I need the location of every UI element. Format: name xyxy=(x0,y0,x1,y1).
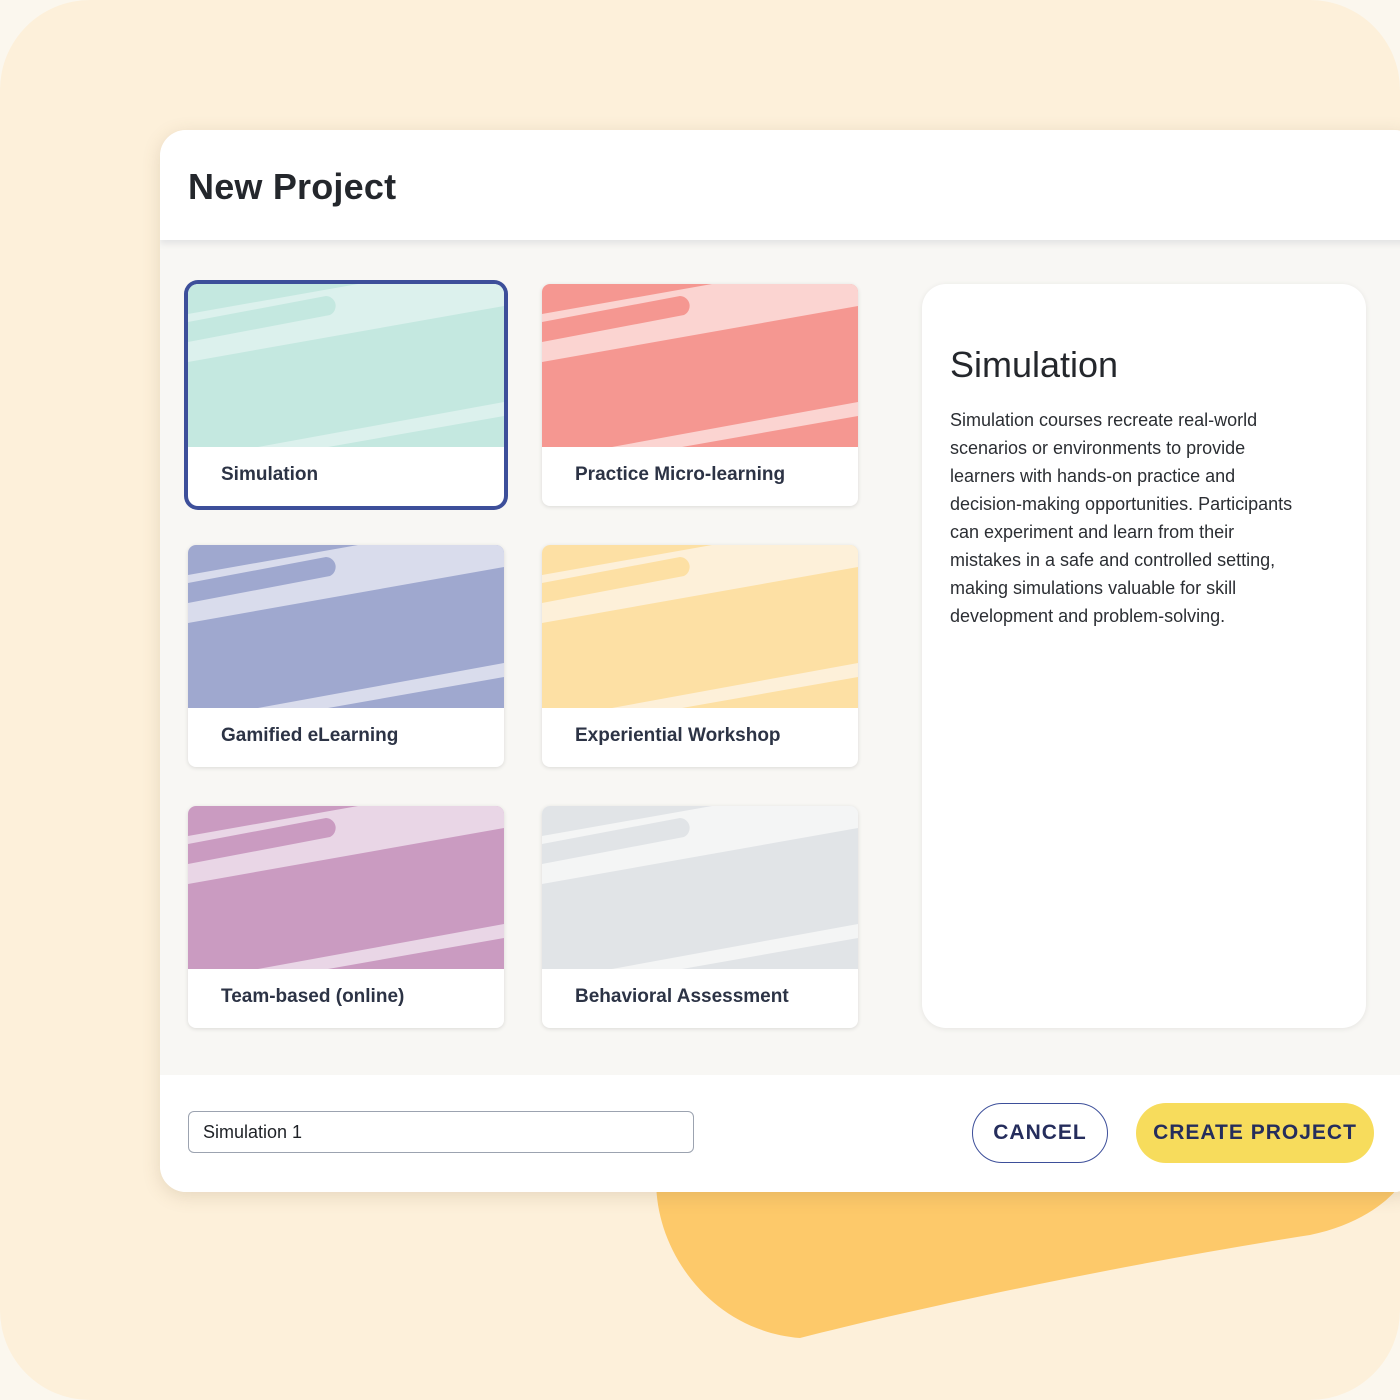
template-thumbnail xyxy=(542,545,858,708)
dialog-header: New Project xyxy=(160,130,1400,240)
template-card-simulation[interactable]: Simulation xyxy=(188,284,504,506)
template-thumbnail xyxy=(542,806,858,969)
template-thumbnail xyxy=(188,545,504,708)
description-text: Simulation courses recreate real-world s… xyxy=(950,410,1293,626)
template-card-behavioral-assessment[interactable]: Behavioral Assessment xyxy=(542,806,858,1028)
template-card-gamified-elearning[interactable]: Gamified eLearning xyxy=(188,545,504,767)
dialog-footer: CANCEL CREATE PROJECT xyxy=(160,1075,1400,1192)
thumbnail-art xyxy=(542,545,858,708)
template-thumbnail xyxy=(188,806,504,969)
template-thumbnail xyxy=(188,284,504,447)
template-label: Gamified eLearning xyxy=(221,725,399,746)
thumbnail-art xyxy=(188,545,504,708)
thumbnail-art xyxy=(188,284,504,447)
template-description-panel: Simulation Simulation courses recreate r… xyxy=(922,284,1366,1028)
description-title: Simulation xyxy=(950,344,1119,385)
template-label: Behavioral Assessment xyxy=(575,986,789,1007)
template-label: Practice Micro-learning xyxy=(575,464,786,485)
dialog-title: New Project xyxy=(188,166,397,207)
template-label: Experiential Workshop xyxy=(575,725,781,746)
new-project-dialog: New Project Simulation Practice Micro-le… xyxy=(160,130,1400,1192)
template-thumbnail xyxy=(542,284,858,447)
create-project-button[interactable]: CREATE PROJECT xyxy=(1136,1103,1374,1163)
template-label: Team-based (online) xyxy=(221,986,405,1007)
template-card-practice-micro-learning[interactable]: Practice Micro-learning xyxy=(542,284,858,506)
project-name-input[interactable] xyxy=(188,1111,694,1153)
thumbnail-art xyxy=(188,806,504,969)
template-card-experiential-workshop[interactable]: Experiential Workshop xyxy=(542,545,858,767)
template-label: Simulation xyxy=(221,464,319,485)
cancel-button[interactable]: CANCEL xyxy=(972,1103,1108,1163)
template-card-team-based-online[interactable]: Team-based (online) xyxy=(188,806,504,1028)
thumbnail-art xyxy=(542,284,858,447)
thumbnail-art xyxy=(542,806,858,969)
dialog-body: Simulation Practice Micro-learning Gamif… xyxy=(160,240,1400,1075)
